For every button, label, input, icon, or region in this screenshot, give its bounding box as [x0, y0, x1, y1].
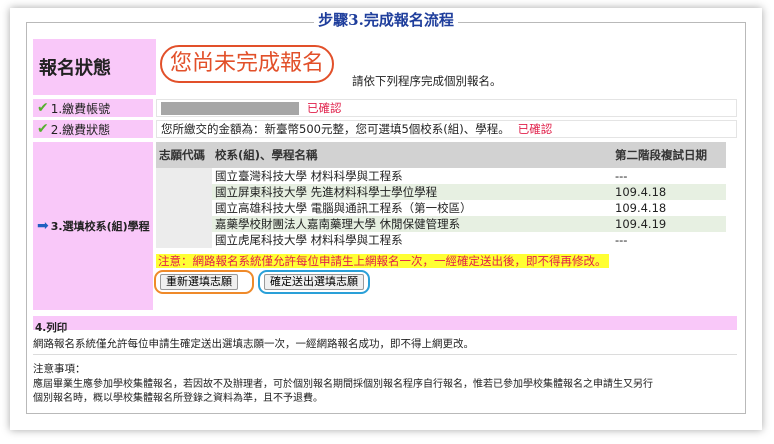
- status-label: 報名狀態: [33, 39, 159, 95]
- choice-date: ---: [612, 168, 726, 184]
- payment-confirmed: 已確認: [517, 122, 553, 136]
- reselect-button[interactable]: 重新選填志願: [160, 274, 238, 290]
- print-header: 4.列印: [33, 316, 737, 334]
- choice-code: [156, 184, 212, 200]
- choice-code: [156, 200, 212, 216]
- choice-code: [156, 216, 212, 232]
- table-row: 國立屏東科技大學 先進材料科學士學位學程 109.4.18: [156, 184, 726, 200]
- choice-name: 國立臺灣科技大學 材料科學與工程系: [212, 168, 612, 184]
- choice-name: 國立屏東科技大學 先進材料科學士學位學程: [212, 184, 612, 200]
- print-text: 網路報名系統僅允許每位申請生確定送出選填志願一次，一經網路報名成功，即不得上網更…: [33, 338, 474, 350]
- choices-label: 3.選填校系(組)學程: [50, 220, 150, 233]
- choice-name: 國立虎尾科技大學 材料科學與工程系: [212, 232, 612, 248]
- step-panel: 步驟3.完成報名流程 報名狀態 您尚未完成報名 請依下列程序完成個別報名。 ✔ …: [26, 11, 746, 414]
- warning-text: 注意：網路報名系統僅允許每位申請生上網報名一次，一經確定送出後，即不得再修改。: [156, 254, 609, 268]
- choice-date: ---: [612, 232, 726, 248]
- check-icon: ✔: [37, 100, 49, 116]
- payment-label: 2.繳費狀態: [50, 122, 111, 137]
- step-title: 步驟3.完成報名流程: [314, 11, 458, 29]
- choice-name: 國立高雄科技大學 電腦與通訊工程系（第一校區）: [212, 200, 612, 216]
- account-label: 1.繳費帳號: [50, 101, 111, 116]
- choice-code: [156, 232, 212, 248]
- col-code: 志願代碼: [156, 142, 212, 168]
- table-header-row: 志願代碼 校系(組)、學程名稱 第二階段複試日期: [156, 142, 726, 168]
- choice-code: [156, 168, 212, 184]
- choices-row: ➡ 3.選填校系(組)學程 志願代碼 校系(組)、學程名稱 第二階段複試日期 國…: [33, 142, 737, 310]
- choices-table: 志願代碼 校系(組)、學程名稱 第二階段複試日期 國立臺灣科技大學 材料科學與工…: [156, 142, 726, 248]
- col-date: 第二階段複試日期: [612, 142, 726, 168]
- payment-text: 您所繳交的金額為：新臺幣500元整，您可選填5個校系(組)、學程。: [161, 122, 510, 136]
- col-name: 校系(組)、學程名稱: [212, 142, 612, 168]
- status-headline: 您尚未完成報名: [160, 45, 335, 83]
- choice-date: 109.4.19: [612, 216, 726, 232]
- choice-name: 嘉藥學校財團法人嘉南藥理大學 休閒保健管理系: [212, 216, 612, 232]
- account-confirmed: 已確認: [307, 101, 342, 115]
- divider: [33, 354, 737, 355]
- status-note: 請依下列程序完成個別報名。: [352, 74, 502, 88]
- payment-row: ✔ 2.繳費狀態 您所繳交的金額為：新臺幣500元整，您可選填5個校系(組)、學…: [33, 120, 737, 138]
- choice-date: 109.4.18: [612, 184, 726, 200]
- check-icon: ✔: [37, 121, 49, 137]
- status-row: 報名狀態 您尚未完成報名 請依下列程序完成個別報名。: [33, 39, 737, 95]
- arrow-right-icon: ➡: [37, 218, 49, 234]
- table-row: 嘉藥學校財團法人嘉南藥理大學 休閒保健管理系 109.4.19: [156, 216, 726, 232]
- account-number-redacted: [161, 101, 299, 115]
- notes-line-1: 應屆畢業生應參加學校集體報名，若因故不及辦理者，可於個別報名期間採個別報名程序自…: [33, 379, 653, 390]
- choice-date: 109.4.18: [612, 200, 726, 216]
- confirm-submit-button[interactable]: 確定送出選填志願: [264, 274, 364, 290]
- notes-line-2: 個別報名時，概以學校集體報名所登錄之資料為準，且不予退費。: [33, 393, 323, 404]
- notes-title: 注意事項：: [33, 363, 86, 375]
- account-row: ✔ 1.繳費帳號 已確認: [33, 99, 737, 117]
- table-row: 國立虎尾科技大學 材料科學與工程系 ---: [156, 232, 726, 248]
- print-label: 4.列印: [35, 322, 68, 334]
- table-row: 國立臺灣科技大學 材料科學與工程系 ---: [156, 168, 726, 184]
- table-row: 國立高雄科技大學 電腦與通訊工程系（第一校區） 109.4.18: [156, 200, 726, 216]
